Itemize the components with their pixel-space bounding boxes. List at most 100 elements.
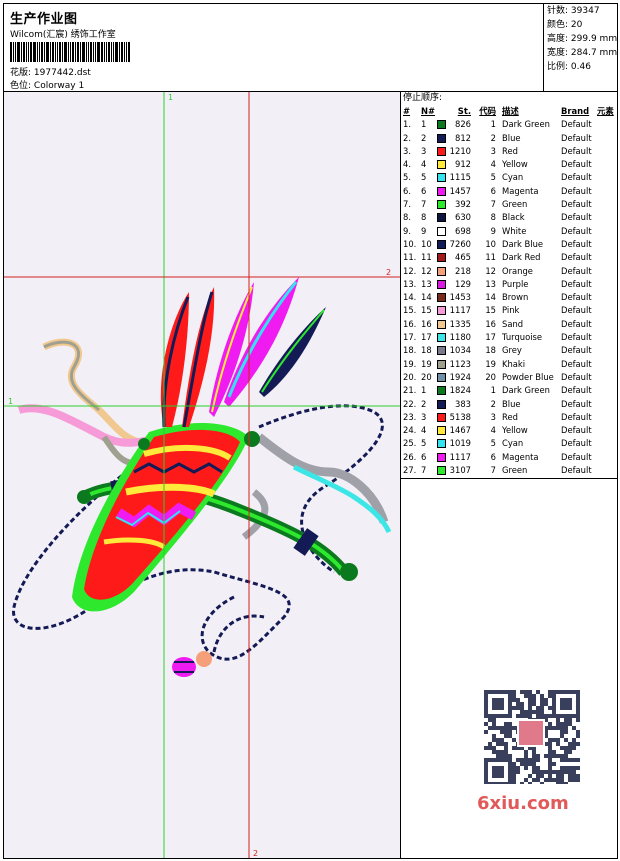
legend-row-desc: Dark Green <box>502 385 550 396</box>
legend-title: 停止顺序: <box>403 93 443 103</box>
color-swatch <box>437 173 446 183</box>
legend-row-code: 8 <box>490 212 496 223</box>
barcode-bar <box>90 42 92 62</box>
legend-row-index: 2. <box>403 132 411 143</box>
legend-row: 8. 8 630 8 Black Default <box>401 211 617 224</box>
legend-row-index: 22. <box>403 398 417 409</box>
legend-row-code: 20 <box>485 371 496 382</box>
legend-row-index: 12. <box>403 265 417 276</box>
color-swatch <box>437 239 446 249</box>
barcode-bar <box>26 42 27 62</box>
legend-row-index: 8. <box>403 212 411 223</box>
barcode-bar <box>126 42 127 62</box>
stats-panel: 针数: 39347 颜色: 20 高度: 299.9 mm 宽度: 284.7 … <box>543 4 620 91</box>
legend-row-code: 4 <box>490 159 496 170</box>
legend-row-brand: Default <box>561 332 592 343</box>
color-swatch <box>437 439 446 449</box>
legend-row-stitches: 698 <box>455 225 471 236</box>
barcode-bar <box>23 42 25 62</box>
legend-row-stitches: 392 <box>455 199 471 210</box>
legend-row-desc: Khaki <box>502 358 526 369</box>
legend-row-n: 6 <box>421 185 427 196</box>
legend-row-stitches: 1457 <box>449 185 471 196</box>
barcode-bar <box>39 42 40 62</box>
barcode-bar <box>41 42 43 62</box>
barcode-bar <box>33 42 36 62</box>
legend-row-n: 17 <box>421 332 432 343</box>
legend-row-code: 11 <box>485 252 496 263</box>
legend-row: 10. 10 7260 10 Dark Blue Default <box>401 238 617 251</box>
color-swatch <box>437 466 446 476</box>
legend-row-stitches: 1117 <box>449 451 471 462</box>
legend-row-stitches: 1924 <box>449 371 471 382</box>
legend-row-stitches: 912 <box>455 159 471 170</box>
legend-row-n: 7 <box>421 465 427 476</box>
legend-row-index: 11. <box>403 252 417 263</box>
barcode-bar <box>68 42 69 62</box>
legend-row-index: 23. <box>403 411 417 422</box>
legend-row-brand: Default <box>561 451 592 462</box>
legend-row-code: 12 <box>485 265 496 276</box>
color-swatch <box>437 293 446 303</box>
barcode-bar <box>93 42 94 62</box>
barcode-bar <box>108 42 110 62</box>
color-swatch <box>437 333 446 343</box>
legend-row-brand: Default <box>561 465 592 476</box>
legend-row-brand: Default <box>561 292 592 303</box>
legend-row-stitches: 630 <box>455 212 471 223</box>
guide-v1-label: 1 <box>168 93 173 102</box>
legend-row-n: 5 <box>421 438 427 449</box>
legend-row-stitches: 1210 <box>449 145 471 156</box>
legend-row-code: 7 <box>490 465 496 476</box>
legend-row-code: 2 <box>490 132 496 143</box>
legend-row-brand: Default <box>561 199 592 210</box>
barcode-bar <box>80 42 81 62</box>
legend-row-n: 4 <box>421 425 427 436</box>
barcode-bar <box>121 42 123 62</box>
legend-row: 4. 4 912 4 Yellow Default <box>401 158 617 171</box>
legend-row-n: 18 <box>421 345 432 356</box>
legend-row-code: 6 <box>490 451 496 462</box>
header-element: 元素 <box>597 106 614 116</box>
legend-row-n: 7 <box>421 199 427 210</box>
stat-ratio: 比例: 0.46 <box>547 62 591 72</box>
legend-row-stitches: 1180 <box>449 332 471 343</box>
legend-row-index: 7. <box>403 199 411 210</box>
legend-rows: 1. 1 826 1 Dark Green Default 2. 2 812 2 Blue Defau… <box>401 118 617 477</box>
legend-row-n: 1 <box>421 385 427 396</box>
legend-row-stitches: 826 <box>455 119 471 130</box>
legend-row-code: 16 <box>485 318 496 329</box>
legend-row-n: 16 <box>421 318 432 329</box>
legend-row-stitches: 1335 <box>449 318 471 329</box>
barcode-bar <box>62 42 63 62</box>
quiver-icon <box>72 422 260 612</box>
legend-row-desc: Yellow <box>502 159 528 170</box>
legend-row-brand: Default <box>561 238 592 249</box>
legend-row-n: 14 <box>421 292 432 303</box>
legend-row-brand: Default <box>561 438 592 449</box>
barcode-bar <box>70 42 71 62</box>
pattern-label: 花版: <box>10 68 32 78</box>
legend-row-index: 9. <box>403 225 411 236</box>
legend-row-n: 1 <box>421 119 427 130</box>
legend-row-desc: Dark Blue <box>502 238 544 249</box>
barcode-bar <box>128 42 130 62</box>
legend-row: 18. 18 1034 18 Grey Default <box>401 344 617 357</box>
stat-colors: 颜色: 20 <box>547 20 583 30</box>
legend-row-code: 17 <box>485 332 496 343</box>
legend-row-desc: Dark Red <box>502 252 541 263</box>
legend-row: 17. 17 1180 17 Turquoise Default <box>401 331 617 344</box>
guide-h1-label: 1 <box>8 397 13 406</box>
legend-row: 24. 4 1467 4 Yellow Default <box>401 424 617 437</box>
barcode-bar <box>59 42 61 62</box>
barcode-bar <box>50 42 51 62</box>
barcode-bar <box>119 42 120 62</box>
legend-row-stitches: 1019 <box>449 438 471 449</box>
legend-row-index: 26. <box>403 451 417 462</box>
legend-row: 21. 1 1824 1 Dark Green Default <box>401 384 617 397</box>
legend-row-desc: Grey <box>502 345 522 356</box>
beads-icon <box>172 651 212 677</box>
legend-row-n: 11 <box>421 252 432 263</box>
pattern-value: 1977442.dst <box>33 68 91 78</box>
watermark-site: 6xiu.com <box>477 793 569 814</box>
